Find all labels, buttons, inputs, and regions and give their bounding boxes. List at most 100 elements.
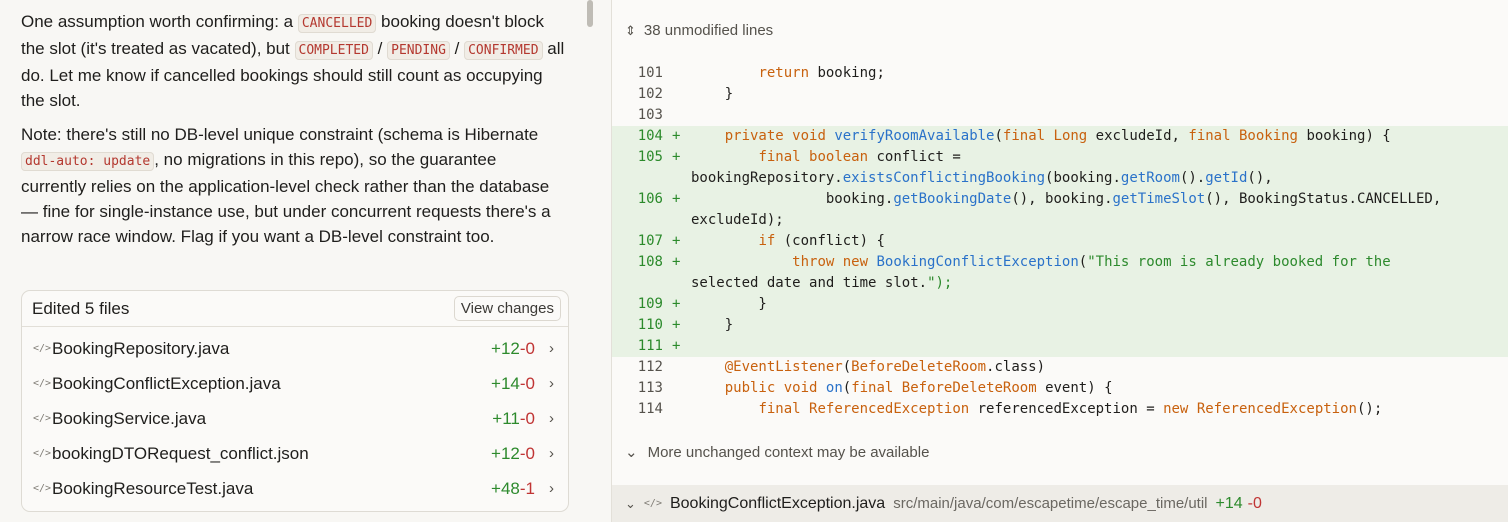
code-text: } (691, 296, 767, 312)
deleted-count: -0 (1247, 494, 1262, 512)
inline-code: ddl-auto: update (21, 152, 155, 171)
diff-line: 114 final ReferencedException referenced… (612, 399, 1508, 420)
code-file-icon: </> (33, 343, 52, 354)
edited-file-row[interactable]: </> BookingResourceTest.java +48 -1 › (22, 471, 568, 506)
line-number: 106 (637, 191, 663, 207)
edited-file-name: BookingRepository.java (52, 338, 230, 358)
added-marker: + (672, 317, 681, 333)
code-file-icon: </> (33, 483, 52, 494)
edited-file-row[interactable]: </> BookingConflictException.java +14 -0 › (22, 366, 568, 401)
chevron-right-icon: › (549, 375, 554, 392)
deleted-count: -0 (519, 373, 535, 393)
edited-file-name: bookingDTORequest_conflict.json (52, 443, 309, 463)
deleted-count: -0 (519, 338, 535, 358)
inline-code: CONFIRMED (464, 41, 543, 60)
edited-file-row[interactable]: </> BookingRepository.java +12 -0 › (22, 331, 568, 366)
diff-line: 112 @EventListener(BeforeDeleteRoom.clas… (612, 357, 1508, 378)
code-text: @EventListener(BeforeDeleteRoom.class) (724, 359, 1046, 375)
diff-line: 102 } (612, 84, 1508, 105)
chevron-right-icon: › (549, 480, 554, 497)
edited-files-title: Edited 5 files (32, 298, 130, 318)
line-number: 114 (637, 401, 663, 417)
chevron-right-icon: › (549, 410, 554, 427)
diff-line-added: 105 + final boolean conflict = (612, 147, 1508, 168)
added-marker: + (672, 128, 681, 144)
diff-pane: ⇕ 38 unmodified lines 101 return booking… (611, 0, 1508, 522)
line-number: 107 (637, 233, 663, 249)
added-count: +12 (491, 338, 520, 358)
chat-pane: One assumption worth confirming: a CANCE… (0, 0, 611, 522)
edited-file-row[interactable]: </> bookingDTORequest_conflict.json +12 -0 › (22, 436, 568, 471)
added-count: +14 (1215, 494, 1243, 512)
chevron-right-icon: › (549, 445, 554, 462)
code-text: public void on(final BeforeDeleteRoom ev… (724, 380, 1113, 396)
line-number: 103 (637, 107, 663, 123)
code-text: final boolean conflict = (758, 149, 961, 165)
file-path: src/main/java/com/escapetime/escape_time… (893, 495, 1208, 512)
code-diff: 101 return booking; 102 } 103 104 + private … (612, 63, 1508, 420)
diff-line-wrap: bookingRepository.existsConflictingBooki… (612, 168, 1508, 189)
diff-line: 101 return booking; (612, 63, 1508, 84)
diff-line-added: 111 + (612, 336, 1508, 357)
chevron-right-icon: › (549, 340, 554, 357)
edited-file-name: BookingResourceTest.java (52, 478, 254, 498)
expand-updown-icon: ⇕ (625, 22, 636, 38)
deleted-count: -0 (519, 443, 535, 463)
edited-files-header: Edited 5 files View changes (22, 291, 568, 327)
edited-file-name: BookingService.java (52, 408, 207, 428)
edited-files-card: Edited 5 files View changes </> BookingRe… (21, 290, 569, 512)
view-changes-button[interactable]: View changes (453, 296, 561, 321)
code-file-icon: </> (33, 413, 52, 424)
diff-line-wrap: selected date and time slot."); (612, 273, 1508, 294)
unmodified-lines-label: 38 unmodified lines (643, 22, 774, 39)
code-text-wrapped: selected date and time slot."); (691, 275, 953, 291)
code-text: private void verifyRoomAvailable(final L… (724, 128, 1391, 144)
diff-line: 113 public void on(final BeforeDeleteRoo… (612, 378, 1508, 399)
line-number: 101 (637, 65, 663, 81)
added-count: +14 (491, 373, 520, 393)
code-text: final ReferencedException referencedExce… (758, 401, 1383, 417)
diff-line: 103 (612, 105, 1508, 126)
added-marker: + (672, 296, 681, 312)
inline-code: CANCELLED (297, 14, 377, 33)
code-text: if (conflict) { (758, 233, 885, 249)
line-number: 108 (637, 254, 663, 270)
added-marker: + (672, 338, 681, 354)
added-marker: + (672, 149, 681, 165)
edited-file-row[interactable]: </> BookingService.java +11 -0 › (22, 401, 568, 436)
deleted-count: -0 (519, 408, 535, 428)
diff-line-added: 107 + if (conflict) { (612, 231, 1508, 252)
line-number: 113 (637, 380, 663, 396)
note-paragraph: Note: there's still no DB-level unique c… (21, 125, 551, 246)
added-count: +48 (491, 478, 520, 498)
code-file-icon: </> (33, 448, 52, 459)
line-number: 111 (637, 338, 663, 354)
next-file-header[interactable]: ⌄ </> BookingConflictException.java src/… (612, 485, 1508, 522)
added-count: +12 (491, 443, 520, 463)
diff-line-wrap: excludeId); (612, 210, 1508, 231)
more-context-label: More unchanged context may be available (647, 443, 930, 461)
chevron-down-icon: ⌄ (625, 444, 638, 461)
chat-scrollbar[interactable] (587, 0, 593, 27)
chevron-down-icon: ⌄ (625, 495, 636, 511)
line-number: 112 (637, 359, 663, 375)
deleted-count: -1 (519, 478, 535, 498)
diff-line-added: 106 + booking.getBookingDate(), booking.g… (612, 189, 1508, 210)
code-text: throw new BookingConflictException("This… (792, 254, 1391, 270)
code-file-icon: </> (643, 498, 662, 509)
line-number: 102 (637, 86, 663, 102)
diff-line-added: 108 + throw new BookingConflictException(… (612, 252, 1508, 273)
inline-code: PENDING (387, 41, 450, 60)
code-text: booking.getBookingDate(), booking.getTim… (825, 191, 1442, 207)
line-number: 105 (637, 149, 663, 165)
code-text: return booking; (758, 65, 885, 81)
expand-unmodified-lines[interactable]: ⇕ 38 unmodified lines (625, 22, 773, 39)
code-text-wrapped: excludeId); (691, 212, 784, 228)
code-text-wrapped: bookingRepository.existsConflictingBooki… (691, 170, 1273, 186)
line-number: 109 (637, 296, 663, 312)
code-file-icon: </> (33, 378, 52, 389)
more-context-toggle[interactable]: ⌄ More unchanged context may be availabl… (625, 443, 930, 462)
line-number: 110 (637, 317, 663, 333)
assumption-paragraph: One assumption worth confirming: a CANCE… (21, 12, 565, 110)
edited-file-name: BookingConflictException.java (52, 373, 281, 393)
